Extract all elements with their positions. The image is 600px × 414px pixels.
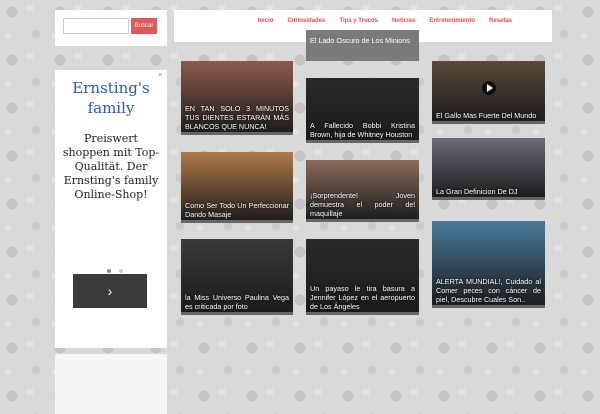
nav-menu: Inicio Curiosidades Tips y Trucos Notici… (258, 18, 512, 24)
post-card[interactable]: la Miss Universo Paulina Vega es critica… (181, 239, 293, 315)
post-card[interactable]: El Gallo Mas Fuerte Del Mundo (432, 61, 545, 124)
nav-item-noticias[interactable]: Noticias (392, 18, 415, 24)
advertisement: × Ernsting's family Preiswert shoppen mi… (55, 70, 167, 348)
post-divider (181, 132, 293, 135)
nav-item-entretenimiento[interactable]: Entretenimiento (429, 18, 475, 24)
ad-text: Preiswert shoppen mit Top-Qualität. Der … (62, 132, 160, 201)
post-card[interactable]: A Fallecido Bobbi Kristina Brown, hija d… (306, 78, 419, 143)
post-divider (432, 305, 545, 308)
post-divider (181, 312, 293, 315)
post-card[interactable]: EN TAN SOLO 3 MINUTOS TUS DIENTES ESTARÁ… (181, 61, 293, 135)
post-caption[interactable]: El Gallo Mas Fuerte Del Mundo (432, 111, 545, 120)
ad-dot[interactable] (119, 269, 124, 273)
post-caption[interactable]: EN TAN SOLO 3 MINUTOS TUS DIENTES ESTARÁ… (181, 104, 293, 131)
sidebar-widget (55, 354, 167, 414)
post-card[interactable]: Como Ser Todo Un Perfeccionar Dando Masa… (181, 152, 293, 223)
post-caption[interactable]: El Lado Oscuro de Los Minions (310, 36, 415, 45)
post-card[interactable]: ¡Sorprendente! Joven demuestra el poder … (306, 160, 419, 222)
ad-title[interactable]: Ernsting's family (62, 78, 160, 118)
post-divider (306, 312, 419, 315)
post-divider (432, 121, 545, 124)
post-divider (432, 197, 545, 200)
post-divider (306, 219, 419, 222)
nav-item-inicio[interactable]: Inicio (258, 18, 274, 24)
search-button[interactable]: Buscar (131, 18, 157, 34)
nav-item-curiosidades[interactable]: Curiosidades (287, 18, 325, 24)
post-caption[interactable]: A Fallecido Bobbi Kristina Brown, hija d… (306, 121, 419, 139)
post-caption[interactable]: Como Ser Todo Un Perfeccionar Dando Masa… (181, 201, 293, 219)
post-card[interactable]: Un payaso le tira basura a Jennifer Lópe… (306, 239, 419, 315)
post-caption[interactable]: la Miss Universo Paulina Vega es critica… (181, 293, 293, 311)
search-widget: Buscar (55, 10, 167, 46)
featured-post[interactable]: El Lado Oscuro de Los Minions (306, 30, 419, 61)
chevron-right-icon[interactable]: › (73, 274, 147, 308)
post-caption[interactable]: ALERTA MUNDIAL!, Cuidado al Comer peces … (432, 277, 545, 304)
post-card[interactable]: La Gran Definicion De DJ (432, 138, 545, 200)
post-caption[interactable]: La Gran Definicion De DJ (432, 187, 545, 196)
ad-inner[interactable]: × Ernsting's family Preiswert shoppen mi… (62, 70, 162, 340)
ad-dot[interactable] (107, 269, 111, 273)
nav-item-tips[interactable]: Tips y Trucos (339, 18, 378, 24)
post-divider (306, 140, 419, 143)
nav-item-resetas[interactable]: Resetas (489, 18, 512, 24)
post-caption[interactable]: Un payaso le tira basura a Jennifer Lópe… (306, 284, 419, 311)
post-card[interactable]: ALERTA MUNDIAL!, Cuidado al Comer peces … (432, 221, 545, 308)
play-icon[interactable] (482, 81, 496, 95)
post-divider (181, 220, 293, 223)
post-caption[interactable]: ¡Sorprendente! Joven demuestra el poder … (306, 191, 419, 218)
search-input[interactable] (63, 18, 129, 34)
